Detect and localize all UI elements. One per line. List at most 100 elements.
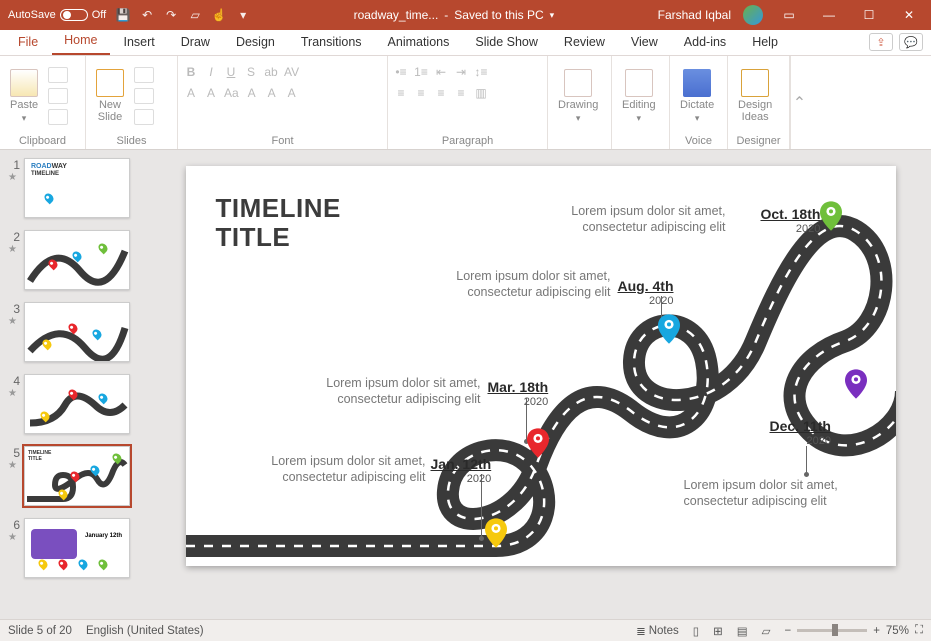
event-5-desc[interactable]: Lorem ipsum dolor sit amet, consectetur …: [684, 478, 864, 509]
font-color-button[interactable]: A: [184, 86, 198, 100]
event-4-label[interactable]: Oct. 18th2020: [761, 206, 821, 235]
format-painter-icon[interactable]: [48, 109, 68, 125]
tab-transitions[interactable]: Transitions: [289, 31, 374, 55]
pin-green[interactable]: [820, 201, 842, 231]
editing-button[interactable]: Editing▾: [618, 69, 660, 124]
tab-home[interactable]: Home: [52, 29, 109, 55]
paste-button[interactable]: Paste▾: [6, 69, 42, 124]
justify-icon[interactable]: ≡: [454, 86, 468, 100]
line-spacing-icon[interactable]: ↕≡: [474, 65, 488, 79]
zoom-in-icon[interactable]: +: [873, 625, 880, 637]
clear-format-button[interactable]: A: [285, 86, 299, 100]
thumbnail-5[interactable]: 5★ TIMELINETITLE: [8, 446, 146, 506]
sorter-view-icon[interactable]: ⊞: [713, 624, 723, 638]
collapse-ribbon-icon[interactable]: ⌃: [790, 56, 808, 149]
event-1-desc[interactable]: Lorem ipsum dolor sit amet, consectetur …: [228, 454, 426, 485]
indent-dec-icon[interactable]: ⇤: [434, 65, 448, 79]
char-spacing-button[interactable]: AV: [284, 65, 299, 79]
tab-review[interactable]: Review: [552, 31, 617, 55]
reading-view-icon[interactable]: ▤: [737, 624, 748, 638]
event-3-desc[interactable]: Lorem ipsum dolor sit amet, consectetur …: [431, 269, 611, 300]
close-icon[interactable]: ✕: [895, 1, 923, 29]
notes-button[interactable]: ≣Notes: [636, 624, 679, 638]
slideshow-view-icon[interactable]: ▱: [762, 624, 771, 638]
layout-icon[interactable]: [134, 67, 154, 83]
touch-mode-icon[interactable]: ☝: [212, 8, 226, 22]
tab-file[interactable]: File: [6, 31, 50, 55]
slide-thumbnails[interactable]: 1★ ROADWAYTIMELINE 2★ 3★ 4★: [0, 150, 150, 619]
tab-animations[interactable]: Animations: [376, 31, 462, 55]
ribbon-options-icon[interactable]: ▭: [775, 1, 803, 29]
tab-view[interactable]: View: [619, 31, 670, 55]
thumbnail-6[interactable]: 6★ January 12th: [8, 518, 146, 578]
new-slide-button[interactable]: New Slide: [92, 69, 128, 123]
indent-inc-icon[interactable]: ⇥: [454, 65, 468, 79]
shadow-button[interactable]: S: [244, 65, 258, 79]
dictate-button[interactable]: Dictate▾: [676, 69, 718, 124]
grow-font-button[interactable]: A: [245, 86, 259, 100]
highlight-button[interactable]: A: [204, 86, 218, 100]
autosave-toggle[interactable]: AutoSave Off: [8, 9, 106, 21]
event-5-label[interactable]: Dec. 11th2020: [770, 418, 831, 447]
columns-icon[interactable]: ▥: [474, 86, 488, 100]
tab-draw[interactable]: Draw: [169, 31, 222, 55]
event-3-label[interactable]: Aug. 4th2020: [618, 278, 674, 307]
from-beginning-icon[interactable]: ▱: [188, 8, 202, 22]
normal-view-icon[interactable]: ▯: [693, 624, 699, 638]
qat-more-icon[interactable]: ▾: [236, 8, 250, 22]
section-icon[interactable]: [134, 109, 154, 125]
tab-slideshow[interactable]: Slide Show: [463, 31, 550, 55]
slide-canvas[interactable]: TIMELINETITLE .rd{fill:none;stroke:#3a3a…: [150, 150, 931, 619]
tab-design[interactable]: Design: [224, 31, 287, 55]
underline-button[interactable]: U: [224, 65, 238, 79]
event-2-desc[interactable]: Lorem ipsum dolor sit amet, consectetur …: [281, 376, 481, 407]
pin-yellow[interactable]: [485, 518, 507, 548]
design-ideas-button[interactable]: Design Ideas: [734, 69, 776, 123]
event-1-label[interactable]: Jan. 12th2020: [431, 456, 492, 485]
slide[interactable]: TIMELINETITLE .rd{fill:none;stroke:#3a3a…: [186, 166, 896, 566]
slide-indicator[interactable]: Slide 5 of 20: [8, 625, 72, 637]
pin-red[interactable]: [527, 428, 549, 458]
ribbon-tabs: File Home Insert Draw Design Transitions…: [0, 30, 931, 56]
numbering-icon[interactable]: 1≡: [414, 65, 428, 79]
strike-button[interactable]: ab: [264, 65, 278, 79]
pin-blue[interactable]: [658, 314, 680, 344]
share-button[interactable]: ⇪: [869, 33, 893, 51]
copy-icon[interactable]: [48, 88, 68, 104]
thumbnail-1[interactable]: 1★ ROADWAYTIMELINE: [8, 158, 146, 218]
italic-button[interactable]: I: [204, 65, 218, 79]
bullets-icon[interactable]: •≡: [394, 65, 408, 79]
tab-insert[interactable]: Insert: [112, 31, 167, 55]
redo-icon[interactable]: ↷: [164, 8, 178, 22]
fit-window-icon[interactable]: ⛶: [915, 624, 923, 637]
save-status[interactable]: Saved to this PC: [454, 8, 543, 22]
undo-icon[interactable]: ↶: [140, 8, 154, 22]
thumbnail-2[interactable]: 2★: [8, 230, 146, 290]
tab-help[interactable]: Help: [740, 31, 790, 55]
event-4-desc[interactable]: Lorem ipsum dolor sit amet, consectetur …: [526, 204, 726, 235]
user-avatar[interactable]: [743, 5, 763, 25]
zoom-out-icon[interactable]: −: [784, 625, 791, 637]
pin-purple[interactable]: [845, 369, 867, 399]
comments-button[interactable]: 💬: [899, 33, 923, 51]
event-2-label[interactable]: Mar. 18th2020: [488, 379, 549, 408]
align-left-icon[interactable]: ≡: [394, 86, 408, 100]
align-center-icon[interactable]: ≡: [414, 86, 428, 100]
user-name[interactable]: Farshad Iqbal: [658, 8, 731, 22]
shrink-font-button[interactable]: A: [265, 86, 279, 100]
reset-icon[interactable]: [134, 88, 154, 104]
minimize-icon[interactable]: —: [815, 1, 843, 29]
language-indicator[interactable]: English (United States): [86, 625, 204, 637]
change-case-button[interactable]: Aa: [224, 86, 239, 100]
zoom-level[interactable]: 75%: [886, 625, 909, 637]
cut-icon[interactable]: [48, 67, 68, 83]
drawing-button[interactable]: Drawing▾: [554, 69, 602, 124]
maximize-icon[interactable]: ☐: [855, 1, 883, 29]
save-icon[interactable]: 💾: [116, 8, 130, 22]
thumbnail-3[interactable]: 3★: [8, 302, 146, 362]
zoom-slider[interactable]: [797, 629, 867, 632]
align-right-icon[interactable]: ≡: [434, 86, 448, 100]
bold-button[interactable]: B: [184, 65, 198, 79]
tab-addins[interactable]: Add-ins: [672, 31, 738, 55]
thumbnail-4[interactable]: 4★: [8, 374, 146, 434]
